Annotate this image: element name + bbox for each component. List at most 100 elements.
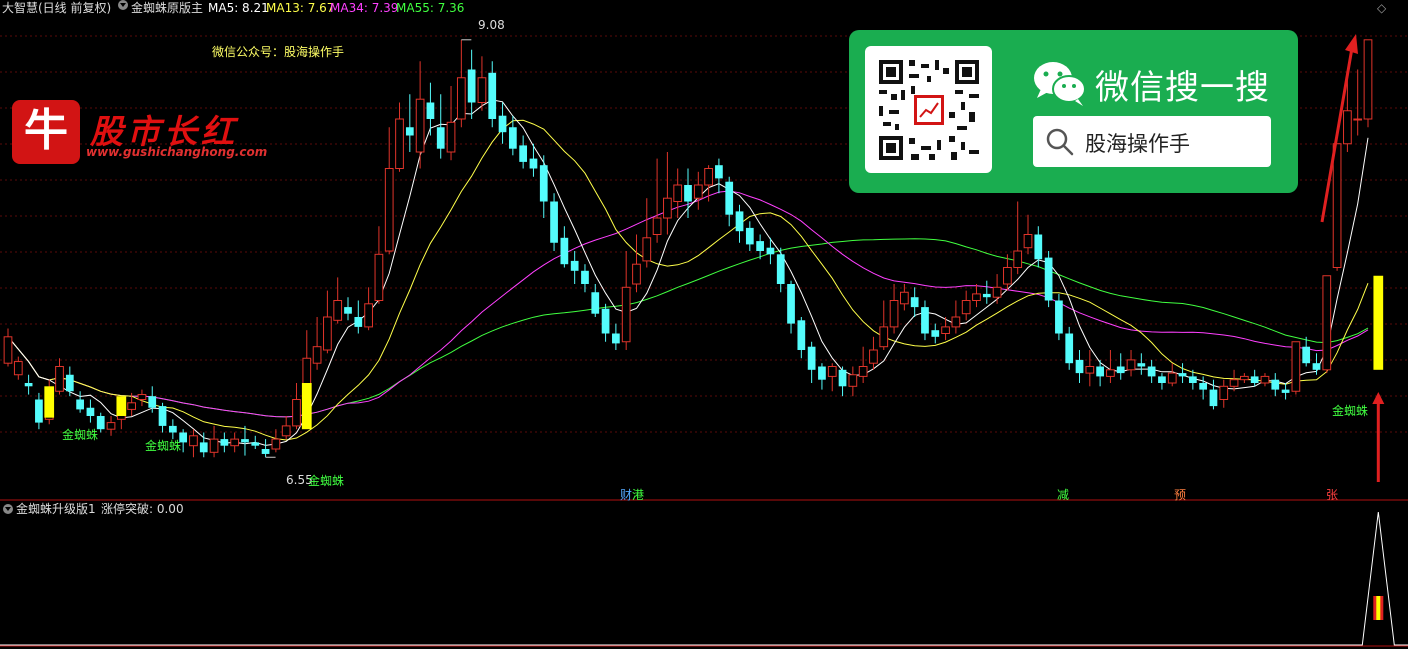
candle-body — [1013, 250, 1023, 268]
candle-body — [756, 241, 764, 251]
candle-body — [76, 399, 84, 410]
event-marker-jian[interactable]: 减 — [1057, 486, 1069, 503]
event-marker-zhang[interactable]: 张 — [1326, 486, 1338, 503]
candle-body — [735, 211, 744, 232]
candle-body — [323, 316, 332, 351]
candle-body — [3, 336, 13, 364]
candle-body — [1332, 143, 1342, 268]
ma55-line — [7, 238, 1369, 418]
candle-body — [24, 383, 33, 387]
candle-body — [1167, 372, 1177, 384]
signal-bar — [301, 383, 312, 430]
candle-body — [251, 442, 260, 446]
event-marker-yu[interactable]: 预 — [1174, 486, 1186, 503]
candle-body — [415, 98, 425, 153]
candle-body — [797, 320, 806, 350]
candle-body — [715, 165, 723, 179]
candle-body — [529, 158, 538, 169]
candle-body — [344, 307, 352, 314]
candle-body — [560, 237, 569, 265]
candle-body — [1003, 267, 1012, 285]
candle-body — [230, 438, 240, 447]
candle-body — [1178, 373, 1187, 377]
candle-body — [673, 184, 683, 202]
sub-indicator-name[interactable]: 金蜘蛛升级版1 — [16, 501, 96, 517]
candle-body — [1158, 376, 1166, 383]
candle-body — [652, 217, 662, 235]
candle-body — [766, 247, 775, 255]
candle-body — [848, 374, 858, 387]
candle-body — [405, 127, 414, 136]
wechat-note: 微信公众号：股海操作手 — [212, 45, 345, 59]
candle-body — [591, 292, 600, 314]
wechat-search-text: 股海操作手 — [1085, 132, 1190, 156]
candle-body — [1065, 333, 1074, 364]
candle-body — [879, 326, 889, 348]
candle-body — [1322, 275, 1332, 371]
candle-body — [1137, 363, 1146, 367]
candle-body — [642, 237, 652, 262]
candle-body — [1271, 379, 1280, 390]
candle-body — [519, 145, 528, 162]
candle-body — [1055, 300, 1063, 334]
candle-body — [612, 333, 620, 344]
candle-body — [1312, 363, 1321, 370]
candle-body — [333, 300, 343, 321]
candle-body — [581, 270, 589, 284]
candle-body — [838, 369, 847, 387]
candle-body — [910, 297, 919, 308]
candle-body — [982, 293, 991, 298]
candle-body — [621, 286, 631, 343]
candle-body — [1199, 383, 1208, 390]
candle-body — [1075, 359, 1084, 374]
candle-body — [199, 442, 208, 453]
candle-body — [498, 115, 507, 133]
event-marker-gang[interactable]: 港 — [632, 486, 644, 503]
signal-bar — [116, 396, 127, 416]
candle-body — [1353, 118, 1363, 121]
candle-body — [1096, 366, 1104, 377]
candle-body — [1240, 375, 1249, 381]
candle-body — [951, 316, 961, 328]
candle-body — [941, 326, 950, 334]
arrow-up-icon — [1372, 392, 1385, 404]
candle-body — [374, 253, 384, 302]
wechat-icon — [1034, 62, 1086, 106]
brand-url: www.gushichanghong.com — [86, 145, 268, 159]
candle-body — [65, 374, 74, 392]
candle-body — [992, 286, 1002, 298]
arrow-up-icon — [1345, 34, 1358, 54]
candle-body — [271, 438, 281, 450]
wechat-search-title: 微信搜一搜 — [1095, 68, 1270, 108]
candle-body — [168, 425, 177, 433]
qr-code-icon — [865, 46, 992, 173]
golden-spider-label: 金蜘蛛 — [62, 428, 99, 442]
candle-body — [1250, 376, 1259, 383]
candle-body — [539, 165, 548, 202]
candle-body — [704, 168, 713, 186]
candle-body — [550, 201, 558, 243]
bull-logo-icon: 牛 — [12, 100, 80, 164]
candle-body — [426, 102, 435, 119]
sub-indicator-dropdown-icon[interactable] — [3, 504, 13, 514]
candle-body — [508, 127, 517, 149]
ma34-line — [7, 190, 1369, 418]
candle-body — [96, 416, 105, 430]
golden-spider-label: 金蜘蛛 — [145, 439, 182, 453]
candle-body — [137, 394, 147, 400]
candle-body — [1260, 375, 1270, 384]
sub-indicator-value: 涨停突破: 0.00 — [101, 502, 184, 516]
candle-body — [127, 402, 137, 410]
candle-body — [1085, 366, 1095, 374]
golden-spider-label: 金蜘蛛 — [1332, 404, 1369, 418]
search-icon — [1046, 128, 1074, 156]
candle-body — [827, 366, 837, 377]
candle-body — [354, 317, 363, 327]
candle-body — [931, 330, 940, 337]
candle-body — [889, 300, 899, 328]
candle-body — [961, 300, 971, 315]
candle-body — [148, 396, 157, 408]
event-marker-caijing[interactable]: 财 — [620, 486, 632, 503]
wechat-search-box[interactable]: 股海操作手 — [1033, 116, 1271, 167]
signal-bar — [1373, 275, 1384, 370]
